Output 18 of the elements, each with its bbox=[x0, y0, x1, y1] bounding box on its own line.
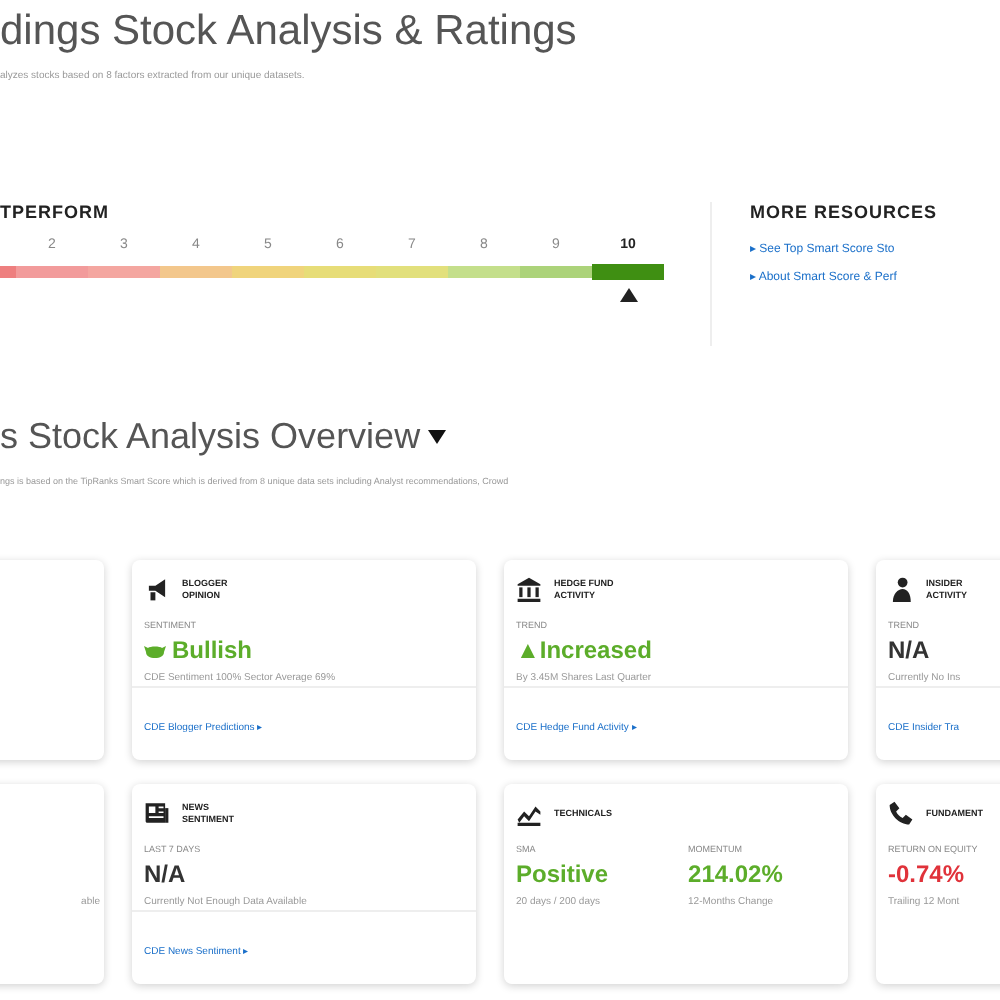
pointer-icon bbox=[619, 288, 637, 302]
bank-icon bbox=[516, 576, 542, 602]
section-title: s Stock Analysis Overview bbox=[0, 416, 421, 458]
megaphone-icon bbox=[144, 576, 170, 602]
metric-value: 214.02% bbox=[688, 860, 783, 888]
section-heading: MORE RESOURCES bbox=[750, 202, 938, 222]
newspaper-icon bbox=[144, 800, 170, 826]
metric-value: N/A bbox=[144, 860, 186, 888]
section-heading: TPERFORM bbox=[0, 202, 111, 222]
metric-value: -0.74% bbox=[888, 860, 965, 888]
metric-value: N/A bbox=[888, 636, 930, 664]
metric-value: ▲Increased bbox=[516, 636, 652, 664]
metric-value: Positive bbox=[516, 860, 609, 888]
phone-icon bbox=[888, 800, 914, 826]
metric-value: Bullish bbox=[172, 636, 253, 664]
page-title: dings Stock Analysis & Ratings bbox=[0, 8, 579, 56]
caret-icon[interactable] bbox=[428, 430, 447, 444]
person-icon bbox=[888, 576, 914, 602]
